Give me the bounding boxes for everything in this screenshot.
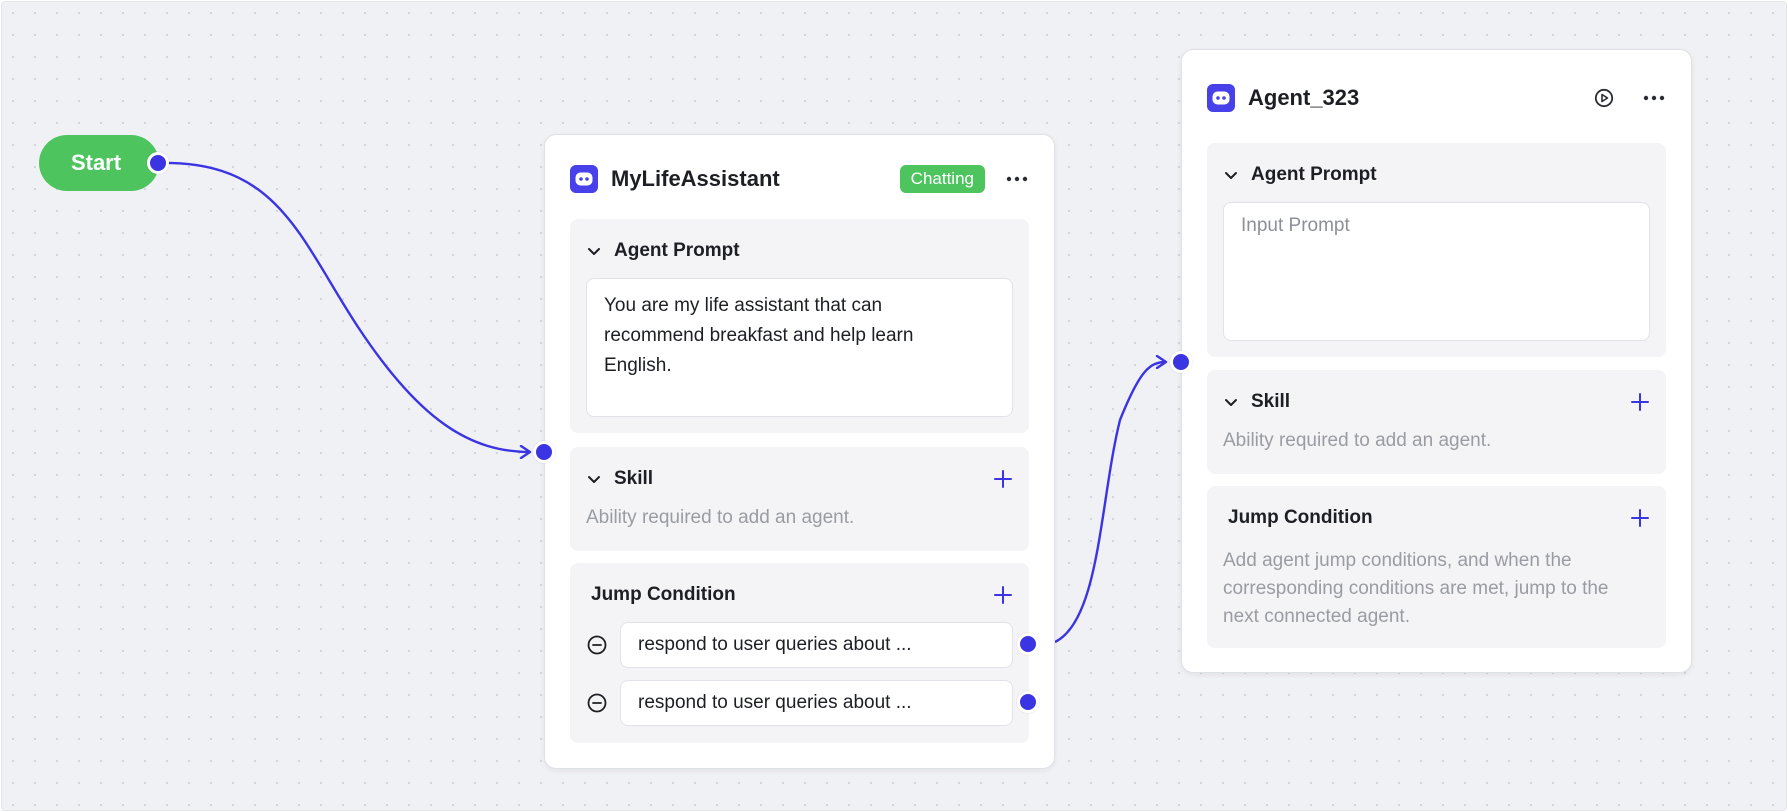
minus-circle-icon[interactable] [586, 692, 608, 714]
section-title: Agent Prompt [614, 240, 740, 261]
hint-line: corresponding conditions are met, jump t… [1223, 578, 1609, 599]
add-condition-plus-icon[interactable] [1630, 508, 1650, 528]
skill-header[interactable]: Skill [1223, 390, 1650, 414]
bot-icon [570, 165, 598, 193]
chevron-down-icon[interactable] [586, 243, 602, 259]
agent-323-input-port[interactable] [1170, 351, 1192, 373]
add-skill-plus-icon[interactable] [993, 469, 1013, 489]
skill-hint: Ability required to add an agent. [586, 507, 855, 528]
section-title: Agent Prompt [1251, 164, 1377, 185]
start-label: Start [70, 150, 122, 175]
condition-2-output-port[interactable] [1017, 691, 1039, 713]
skill-section: Skill Ability required to add an agent. [1207, 370, 1666, 474]
chevron-down-icon[interactable] [586, 471, 602, 487]
section-title: Jump Condition [1228, 507, 1373, 528]
chevron-down-icon[interactable] [1223, 394, 1239, 410]
add-skill-plus-icon[interactable] [1630, 392, 1650, 412]
prompt-line: You are my life assistant that can [604, 295, 883, 316]
skill-section: Skill Ability required to add an agent. [570, 447, 1029, 551]
node-title: Agent_323 [1248, 85, 1360, 110]
minus-circle-icon[interactable] [586, 634, 608, 656]
prompt-line: English. [604, 355, 672, 376]
condition-row: respond to user queries about ... [586, 622, 1013, 668]
skill-hint: Ability required to add an agent. [1223, 430, 1492, 451]
agent-node-agent-323[interactable]: Agent_323 Agent Prompt Input Prompt Skil… [1181, 49, 1692, 673]
agent-prompt-section: Agent Prompt You are my life assistant t… [570, 219, 1029, 433]
jump-condition-section: Jump Condition respond to user queries a… [570, 563, 1029, 743]
agent-prompt-textarea[interactable]: Input Prompt [1223, 202, 1650, 341]
section-title: Jump Condition [591, 584, 736, 605]
section-title: Skill [1251, 391, 1291, 412]
node-header: Agent_323 [1207, 82, 1666, 114]
hint-line: Add agent jump conditions, and when the [1223, 550, 1572, 571]
start-output-port[interactable] [147, 152, 169, 174]
skill-header[interactable]: Skill [586, 467, 1013, 491]
condition-1-output-port[interactable] [1017, 633, 1039, 655]
more-icon[interactable] [1642, 86, 1666, 110]
add-condition-plus-icon[interactable] [993, 585, 1013, 605]
agent-prompt-section: Agent Prompt Input Prompt [1207, 143, 1666, 357]
condition-input[interactable]: respond to user queries about ... [620, 680, 1013, 726]
condition-row: respond to user queries about ... [586, 680, 1013, 726]
start-node[interactable]: Start [39, 135, 159, 191]
jump-condition-header: Jump Condition [591, 583, 1013, 607]
jump-condition-header: Jump Condition [1228, 506, 1650, 530]
agent-prompt-header[interactable]: Agent Prompt [1223, 163, 1650, 187]
node-title: MyLifeAssistant [611, 166, 780, 191]
bot-icon [1207, 84, 1235, 112]
status-badge: Chatting [899, 165, 985, 193]
condition-input[interactable]: respond to user queries about ... [620, 622, 1013, 668]
prompt-line: recommend breakfast and help learn [604, 325, 914, 346]
hint-line: next connected agent. [1223, 606, 1410, 627]
more-icon[interactable] [1005, 167, 1029, 191]
jump-condition-hint: Add agent jump conditions, and when the … [1223, 547, 1650, 631]
agent-prompt-header[interactable]: Agent Prompt [586, 239, 1013, 263]
node-header: MyLifeAssistant Chatting [570, 163, 1029, 195]
jump-condition-section: Jump Condition Add agent jump conditions… [1207, 486, 1666, 648]
agent-prompt-textarea[interactable]: You are my life assistant that can recom… [586, 278, 1013, 417]
mylifeassistant-input-port[interactable] [533, 441, 555, 463]
chevron-down-icon[interactable] [1223, 167, 1239, 183]
section-title: Skill [614, 468, 654, 489]
agent-node-mylifeassistant[interactable]: MyLifeAssistant Chatting Agent Prompt Yo… [544, 134, 1055, 769]
prompt-placeholder: Input Prompt [1241, 215, 1350, 236]
play-circle-icon[interactable] [1592, 86, 1616, 110]
